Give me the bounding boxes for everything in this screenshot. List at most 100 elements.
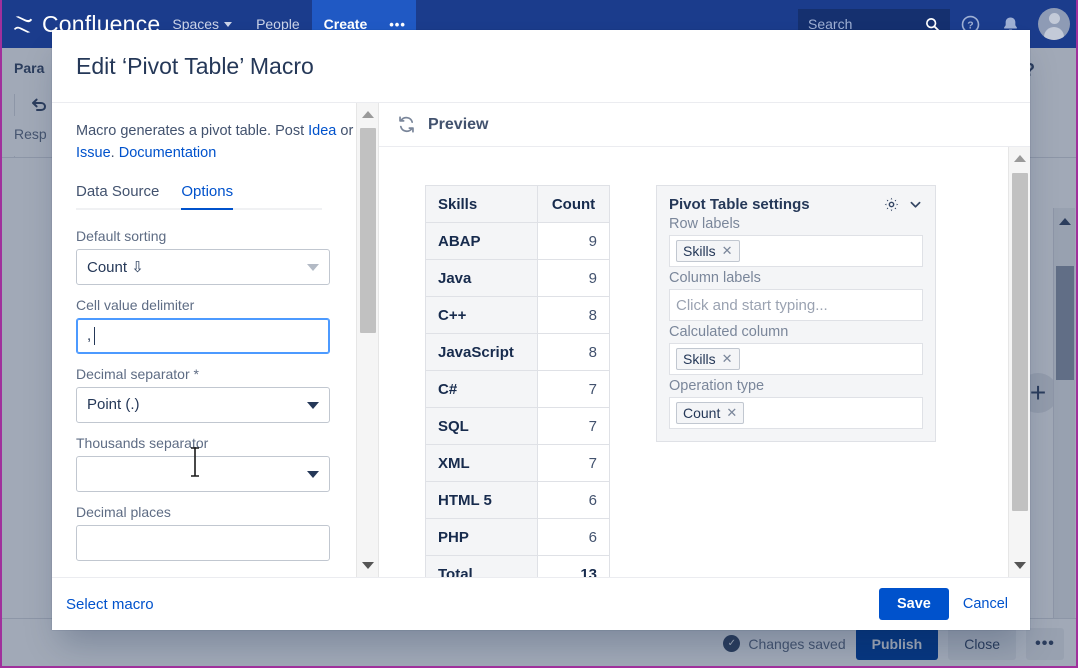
cell-count: 8 — [538, 297, 610, 334]
pivot-table-head: Skills Count — [426, 186, 610, 223]
select-macro-link[interactable]: Select macro — [66, 596, 154, 613]
field-decimal-separator-label: Decimal separator * — [76, 366, 362, 382]
field-thousands-separator-label: Thousands separator — [76, 435, 362, 451]
table-row-total: Total 13 — [426, 556, 610, 578]
options-panel-scrollbar-thumb[interactable] — [360, 128, 376, 333]
macro-description: Macro generates a pivot table. Post Idea… — [76, 121, 362, 165]
pivot-settings-title: Pivot Table settings — [669, 196, 810, 213]
field-default-sorting-label: Default sorting — [76, 228, 362, 244]
avatar-icon — [1038, 8, 1070, 40]
refresh-icon[interactable] — [397, 115, 416, 134]
cell-skill: Java — [426, 260, 538, 297]
cell-total-value: 13 — [538, 556, 610, 578]
column-labels-label: Column labels — [669, 270, 923, 286]
cell-count: 7 — [538, 408, 610, 445]
cell-count: 6 — [538, 519, 610, 556]
scroll-down-arrow-icon[interactable] — [362, 562, 374, 569]
avatar[interactable] — [1030, 0, 1078, 48]
cell-value-delimiter-input[interactable]: , — [76, 318, 330, 354]
documentation-link[interactable]: Documentation — [119, 145, 217, 161]
field-decimal-places-label: Decimal places — [76, 504, 362, 520]
gear-icon[interactable] — [883, 196, 900, 213]
cell-skill: SQL — [426, 408, 538, 445]
cell-skill: HTML 5 — [426, 482, 538, 519]
field-default-sorting: Default sorting Count ⇩ — [76, 228, 362, 285]
preview-scrollbar[interactable] — [1008, 147, 1030, 577]
calculated-column-field[interactable]: Skills ✕ — [669, 343, 923, 375]
row-labels-field[interactable]: Skills ✕ — [669, 235, 923, 267]
close-icon[interactable]: ✕ — [722, 351, 733, 367]
macro-description-text: Macro generates a pivot table. Post — [76, 123, 308, 139]
decimal-separator-value: Point (.) — [87, 396, 140, 413]
default-sorting-select[interactable]: Count ⇩ — [76, 249, 330, 285]
scroll-up-arrow-icon[interactable] — [1014, 155, 1026, 162]
preview-panel: Preview Skills Count ABAP — [379, 103, 1030, 577]
table-row: C++ 8 — [426, 297, 610, 334]
chevron-down-icon — [224, 22, 232, 27]
chevron-down-icon — [307, 471, 319, 478]
column-header-count[interactable]: Count — [538, 186, 610, 223]
field-thousands-separator: Thousands separator — [76, 435, 362, 492]
table-row: ABAP 9 — [426, 223, 610, 260]
cancel-button[interactable]: Cancel — [963, 596, 1008, 612]
token-chip[interactable]: Skills ✕ — [676, 240, 740, 262]
cell-count: 9 — [538, 260, 610, 297]
dialog-footer-actions: Save Cancel — [879, 588, 1008, 620]
table-row: JavaScript 8 — [426, 334, 610, 371]
edit-macro-dialog: Edit ‘Pivot Table’ Macro Macro generates… — [52, 30, 1030, 630]
table-row: SQL 7 — [426, 408, 610, 445]
cell-skill: C++ — [426, 297, 538, 334]
dialog-header: Edit ‘Pivot Table’ Macro — [52, 30, 1030, 103]
confluence-logo-icon — [12, 13, 34, 35]
cell-count: 8 — [538, 334, 610, 371]
app-root: Confluence Spaces People Create ••• Sear… — [0, 0, 1078, 668]
chevron-down-icon — [307, 402, 319, 409]
table-row: C# 7 — [426, 371, 610, 408]
close-icon[interactable]: ✕ — [726, 405, 737, 421]
macro-options-panel: Macro generates a pivot table. Post Idea… — [52, 103, 378, 577]
cell-count: 9 — [538, 223, 610, 260]
desc-or: or — [336, 123, 353, 139]
default-sorting-value: Count ⇩ — [87, 258, 144, 276]
save-button[interactable]: Save — [879, 588, 949, 620]
scroll-up-arrow-icon[interactable] — [362, 111, 374, 118]
post-idea-link[interactable]: Idea — [308, 123, 336, 139]
cell-skill: XML — [426, 445, 538, 482]
field-decimal-places: Decimal places — [76, 504, 362, 561]
decimal-separator-select[interactable]: Point (.) — [76, 387, 330, 423]
macro-tabs: Data Source Options — [76, 183, 322, 210]
field-cell-value-delimiter: Cell value delimiter , — [76, 297, 362, 354]
pivot-table-body: ABAP 9 Java 9 C++ 8 — [426, 223, 610, 578]
operation-type-field[interactable]: Count ✕ — [669, 397, 923, 429]
dialog-footer: Select macro Save Cancel — [52, 577, 1030, 630]
cell-count: 6 — [538, 482, 610, 519]
field-decimal-separator: Decimal separator * Point (.) — [76, 366, 362, 423]
cell-skill: ABAP — [426, 223, 538, 260]
close-icon[interactable]: ✕ — [722, 243, 733, 259]
column-labels-field[interactable]: Click and start typing... — [669, 289, 923, 321]
token-label: Skills — [683, 351, 716, 367]
options-panel-scrollbar[interactable] — [356, 103, 378, 577]
desc-dot: . — [111, 145, 119, 161]
operation-type-label: Operation type — [669, 378, 923, 394]
token-chip[interactable]: Skills ✕ — [676, 348, 740, 370]
cell-skill: PHP — [426, 519, 538, 556]
token-chip[interactable]: Count ✕ — [676, 402, 744, 424]
token-label: Skills — [683, 243, 716, 259]
preview-scrollbar-thumb[interactable] — [1012, 173, 1028, 511]
preview-content: Skills Count ABAP 9 Java 9 — [379, 147, 1030, 577]
chevron-down-icon[interactable] — [908, 197, 923, 212]
dialog-body: Macro generates a pivot table. Post Idea… — [52, 103, 1030, 577]
decimal-places-input[interactable] — [76, 525, 330, 561]
pivot-settings-header: Pivot Table settings — [669, 196, 923, 213]
scroll-down-arrow-icon[interactable] — [1014, 562, 1026, 569]
table-row: Java 9 — [426, 260, 610, 297]
pivot-table-settings-card: Pivot Table settings — [656, 185, 936, 442]
tab-data-source[interactable]: Data Source — [76, 183, 159, 210]
thousands-separator-select[interactable] — [76, 456, 330, 492]
tab-options[interactable]: Options — [181, 183, 233, 210]
pivot-table-preview: Skills Count ABAP 9 Java 9 — [425, 185, 610, 577]
column-header-skills[interactable]: Skills — [426, 186, 538, 223]
chevron-down-icon — [307, 264, 319, 271]
post-issue-link[interactable]: Issue — [76, 145, 111, 161]
